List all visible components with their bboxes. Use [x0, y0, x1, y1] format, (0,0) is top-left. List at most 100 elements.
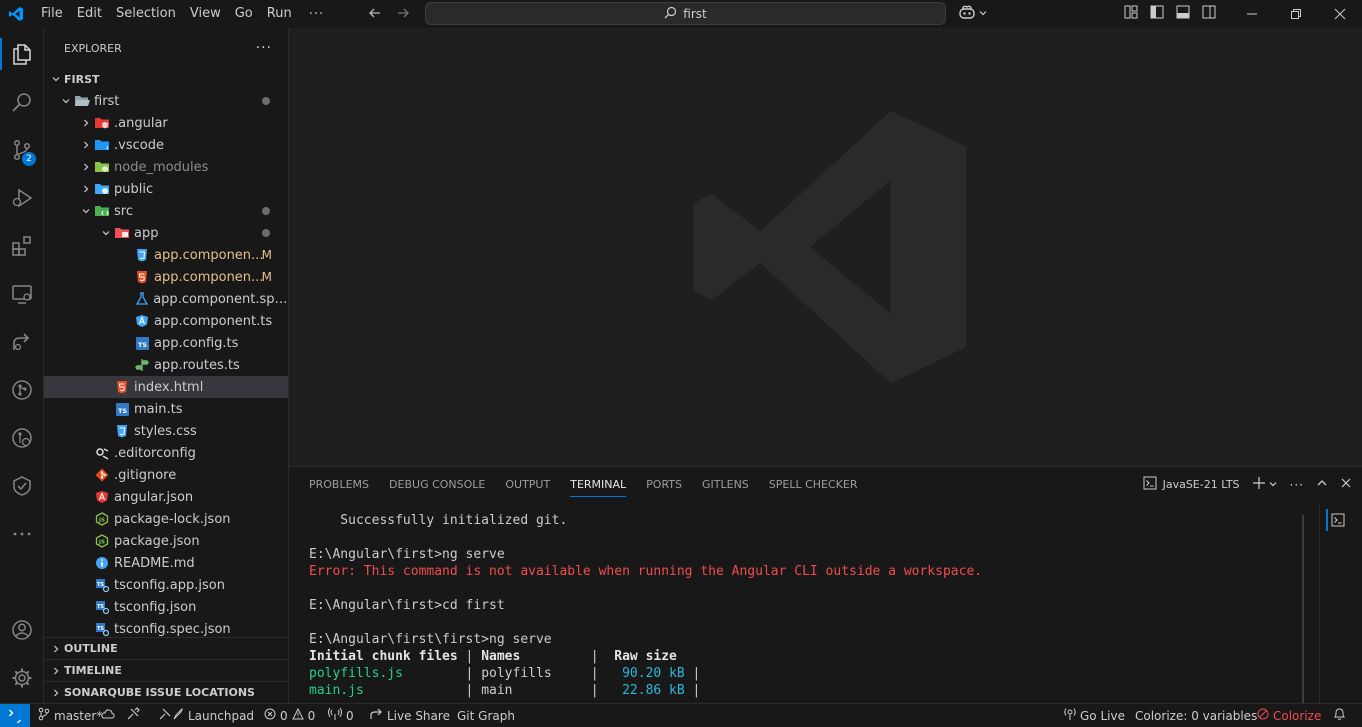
sonarqube-icon[interactable]: [0, 464, 44, 508]
menu-file[interactable]: File: [34, 0, 70, 28]
editor-area[interactable]: [289, 28, 1362, 466]
colorize-variables-status[interactable]: Colorize: 0 variables: [1135, 704, 1257, 727]
tree-item-app-component-ts[interactable]: app.component.ts: [44, 310, 288, 332]
accounts-icon[interactable]: [0, 608, 44, 652]
customize-layout-icon[interactable]: [1123, 4, 1139, 24]
toggle-panel-icon[interactable]: [1175, 4, 1191, 24]
tree-item-first[interactable]: first: [44, 90, 288, 112]
terminal-tab-icon[interactable]: [1326, 509, 1348, 531]
explorer-more-button[interactable]: ···: [256, 40, 272, 56]
back-arrow-icon[interactable]: [368, 5, 382, 24]
remote-explorer-icon[interactable]: [0, 272, 44, 316]
tree-item-editorconfig[interactable]: .editorconfig: [44, 442, 288, 464]
terminal-output[interactable]: Successfully initialized git.​E:\Angular…: [309, 512, 1299, 699]
branch-status[interactable]: master*: [38, 704, 102, 727]
vscode-logo-icon[interactable]: [2, 0, 30, 28]
html-file-icon: [114, 379, 130, 395]
run-debug-icon[interactable]: [0, 176, 44, 220]
sync-status[interactable]: [101, 704, 115, 727]
menu-selection[interactable]: Selection: [109, 0, 183, 28]
tree-item-app-component-spec[interactable]: app.component.spe...: [44, 288, 288, 310]
toggle-primary-sidebar-icon[interactable]: [1149, 4, 1165, 24]
live-share-status[interactable]: Live Share: [369, 704, 450, 727]
extensions-icon[interactable]: [0, 224, 44, 268]
info-file-icon: [94, 555, 110, 571]
launchpad-status[interactable]: Launchpad: [158, 704, 254, 727]
menu-view[interactable]: View: [183, 0, 228, 28]
vscode-watermark-icon: [685, 102, 975, 396]
tree-item-node-modules[interactable]: node_modules: [44, 156, 288, 178]
tree-item-package-json[interactable]: JS package.json: [44, 530, 288, 552]
git-graph-icon[interactable]: [0, 368, 44, 412]
tab-debug-console[interactable]: DEBUG CONSOLE: [379, 467, 495, 502]
tree-item-package-lock[interactable]: JS package-lock.json: [44, 508, 288, 530]
menu-go[interactable]: Go: [228, 0, 260, 28]
routes-file-icon: [134, 357, 150, 373]
menu-more-button[interactable]: ···: [299, 7, 334, 22]
tree-item-styles-css[interactable]: styles.css: [44, 420, 288, 442]
go-live-status[interactable]: Go Live: [1064, 704, 1125, 727]
tab-spell-checker[interactable]: SPELL CHECKER: [759, 467, 868, 502]
restore-icon[interactable]: [1274, 0, 1318, 28]
copilot-menu[interactable]: [958, 4, 988, 24]
tab-output[interactable]: OUTPUT: [495, 467, 560, 502]
menu-run[interactable]: Run: [260, 0, 299, 28]
tree-item-tsconfig-app[interactable]: TS tsconfig.app.json: [44, 574, 288, 596]
terminal-selector[interactable]: JavaSE-21 LTS: [1143, 476, 1240, 493]
tree-item-app-component-html[interactable]: app.componen... M: [44, 266, 288, 288]
chevron-down-icon[interactable]: [1268, 478, 1278, 492]
source-control-icon[interactable]: 2: [0, 128, 44, 172]
ports-status[interactable]: 0: [328, 704, 354, 727]
notifications-status[interactable]: [1333, 704, 1346, 727]
sonarqube-section-header[interactable]: SONARQUBE ISSUE LOCATIONS: [44, 682, 288, 703]
manage-gear-icon[interactable]: [0, 656, 44, 700]
chevron-right-icon: [78, 140, 94, 150]
panel-more-button[interactable]: ···: [1290, 478, 1304, 492]
minimize-icon[interactable]: [1230, 0, 1274, 28]
live-share-icon[interactable]: [0, 320, 44, 364]
outline-section-header[interactable]: OUTLINE: [44, 638, 288, 660]
remote-indicator-icon[interactable]: [0, 704, 30, 727]
tab-gitlens[interactable]: GITLENS: [692, 467, 759, 502]
tools-status[interactable]: [126, 704, 140, 727]
tab-ports[interactable]: PORTS: [636, 467, 692, 502]
git-graph-status[interactable]: Git Graph: [457, 704, 515, 727]
search-icon[interactable]: [0, 80, 44, 124]
tree-item-angular-json[interactable]: angular.json: [44, 486, 288, 508]
maximize-panel-icon[interactable]: [1316, 477, 1328, 492]
close-icon[interactable]: [1318, 0, 1362, 28]
forward-arrow-icon[interactable]: [396, 5, 410, 24]
tree-item-index-html[interactable]: index.html: [44, 376, 288, 398]
ts-file-icon: TS: [134, 335, 150, 351]
tree-item-public[interactable]: public: [44, 178, 288, 200]
tree-item-main-ts[interactable]: TS main.ts: [44, 398, 288, 420]
colorize-status[interactable]: Colorize: [1257, 704, 1321, 727]
tree-item-tsconfig[interactable]: TS tsconfig.json: [44, 596, 288, 618]
tab-problems[interactable]: PROBLEMS: [299, 467, 379, 502]
terminal-scrollbar[interactable]: [1302, 515, 1304, 705]
timeline-section-header[interactable]: TIMELINE: [44, 660, 288, 682]
git-file-icon: [94, 467, 110, 483]
tree-item-gitignore[interactable]: .gitignore: [44, 464, 288, 486]
menu-edit[interactable]: Edit: [70, 0, 109, 28]
command-center-search[interactable]: first: [425, 2, 946, 25]
tree-item-app-config[interactable]: TS app.config.ts: [44, 332, 288, 354]
explorer-icon[interactable]: [0, 32, 44, 76]
tree-item-angular-folder[interactable]: .angular: [44, 112, 288, 134]
close-panel-icon[interactable]: [1340, 477, 1352, 492]
problems-status[interactable]: 0 0: [264, 704, 315, 727]
tree-item-readme[interactable]: README.md: [44, 552, 288, 574]
tree-item-vscode-folder[interactable]: .vscode: [44, 134, 288, 156]
workspace-root-header[interactable]: FIRST: [44, 68, 288, 90]
tree-item-app-folder[interactable]: app: [44, 222, 288, 244]
tab-terminal[interactable]: TERMINAL: [560, 467, 636, 502]
tree-item-app-routes[interactable]: app.routes.ts: [44, 354, 288, 376]
tree-item-src[interactable]: src: [44, 200, 288, 222]
warning-icon: [291, 707, 304, 723]
svg-text:JS: JS: [98, 540, 105, 546]
toggle-secondary-sidebar-icon[interactable]: [1201, 4, 1217, 24]
more-views-icon[interactable]: [0, 512, 44, 556]
new-terminal-plus-icon[interactable]: [1252, 476, 1266, 493]
gitlens-icon[interactable]: [0, 416, 44, 460]
tree-item-app-component-css[interactable]: app.componen... M: [44, 244, 288, 266]
